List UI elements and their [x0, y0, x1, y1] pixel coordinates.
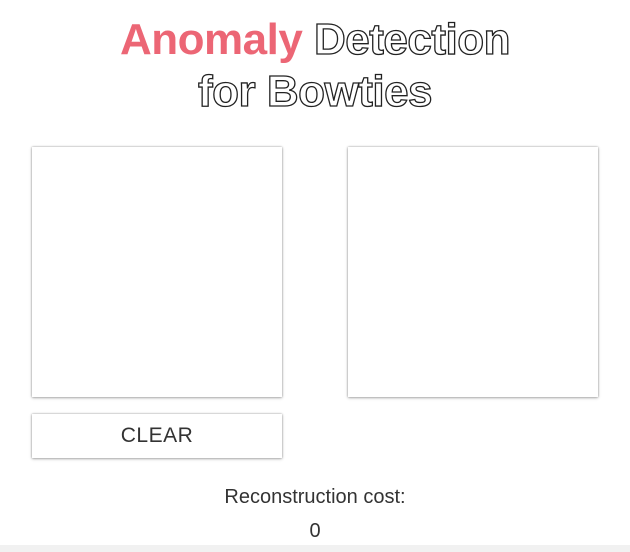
title-line2: for Bowties: [197, 66, 433, 116]
drawing-canvas[interactable]: [32, 147, 282, 397]
title-accent: Anomaly: [119, 15, 303, 64]
title-line1-rest: Detection: [313, 14, 511, 64]
page-title: Anomaly Detection for Bowties: [0, 14, 630, 118]
bottom-divider: [0, 545, 630, 552]
reconstruction-cost-value: 0: [309, 520, 321, 542]
reconstruction-cost-label: Reconstruction cost:: [224, 486, 406, 508]
reconstruction-canvas: [348, 147, 598, 397]
clear-button[interactable]: CLEAR: [32, 414, 282, 458]
